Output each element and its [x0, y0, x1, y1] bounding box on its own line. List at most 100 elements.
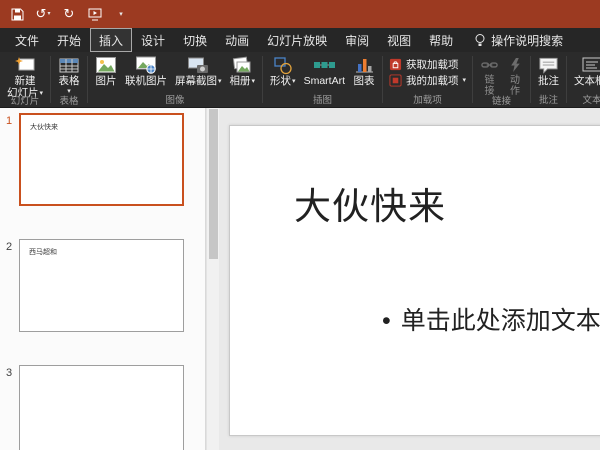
undo-caret-icon: ▾ [47, 11, 50, 17]
tab-design[interactable]: 设计 [132, 28, 174, 52]
ribbon-tab-bar: 文件 开始 插入 设计 切换 动画 幻灯片放映 审阅 视图 帮助 操作说明搜索 [0, 28, 600, 52]
ribbon-group-comments: 批注 批注 [531, 52, 566, 107]
slide-body-placeholder[interactable]: • 单击此处添加文本 [382, 301, 600, 337]
action-button[interactable]: 动作 [503, 54, 527, 98]
new-slide-icon [14, 55, 36, 75]
ribbon-group-text: 文本框▾ 文本 [567, 52, 600, 107]
chart-button[interactable]: 图表 [349, 54, 379, 89]
group-label-tables: 表格 [54, 95, 84, 108]
online-pictures-button[interactable]: 联机图片 [121, 54, 171, 89]
ribbon-group-slides: 新建 幻灯片▾ 幻灯片 [0, 52, 50, 107]
slide-editor[interactable]: 大伙快来 • 单击此处添加文本 [229, 125, 600, 436]
tab-file[interactable]: 文件 [6, 28, 48, 52]
text-box-icon [581, 55, 600, 75]
slide-number: 2 [0, 239, 17, 332]
screenshot-button[interactable]: 屏幕截图▾ [171, 54, 226, 89]
slide-thumbnail-3[interactable] [19, 365, 184, 450]
thumbnail-title-text: 西马超和 [29, 247, 57, 257]
slide-thumbnail-2[interactable]: 西马超和 [19, 239, 184, 332]
group-label-text: 文本 [570, 94, 600, 107]
photo-album-button[interactable]: 相册▾ [226, 54, 260, 89]
start-slideshow-button[interactable] [84, 3, 106, 25]
titlebar: ↺ ▾ ↻ ▾ [0, 0, 600, 28]
comment-button[interactable]: 批注 [534, 54, 563, 89]
smartart-button[interactable]: SmartArt [300, 54, 349, 89]
tell-me-search[interactable]: 操作说明搜索 [474, 28, 563, 52]
thumbnail-row: 1 大伙快来 [0, 113, 205, 206]
link-icon [480, 55, 499, 75]
start-slideshow-icon [88, 8, 102, 21]
thumbnail-row: 3 [0, 365, 205, 450]
pictures-icon [95, 55, 117, 75]
tab-insert[interactable]: 插入 [90, 28, 132, 52]
customize-qat-caret-icon: ▾ [119, 11, 123, 18]
customize-qat-button[interactable]: ▾ [110, 3, 132, 25]
photo-album-icon [231, 55, 253, 75]
text-box-button[interactable]: 文本框▾ [570, 54, 600, 89]
ribbon-group-illustrations: 形状▾ SmartArt 图表 插图 [263, 52, 382, 107]
new-slide-button[interactable]: 新建 幻灯片▾ [3, 54, 47, 100]
ribbon-group-images: 图片 联机图片 屏幕截图▾ [88, 52, 262, 107]
my-addins-icon [389, 74, 402, 87]
bullet-marker: • [382, 307, 391, 335]
undo-button[interactable]: ↺ ▾ [32, 3, 54, 25]
tab-review[interactable]: 审阅 [336, 28, 378, 52]
powerpoint-window: ↺ ▾ ↻ ▾ 文件 开始 插入 设计 切换 动画 幻灯片放映 审阅 视图 帮助… [0, 0, 600, 450]
comment-icon [538, 55, 559, 75]
tab-transitions[interactable]: 切换 [174, 28, 216, 52]
action-icon [507, 55, 523, 75]
body-placeholder-text: 单击此处添加文本 [401, 307, 600, 335]
table-icon [58, 55, 80, 75]
tab-animations[interactable]: 动画 [216, 28, 258, 52]
get-addins-button[interactable]: 获取加载项 [386, 56, 462, 72]
tab-help[interactable]: 帮助 [420, 28, 462, 52]
online-pictures-icon [135, 55, 157, 75]
dropdown-caret-icon: ▾ [252, 78, 256, 85]
dropdown-caret-icon: ▾ [462, 77, 466, 84]
thumbnail-title-text: 大伙快来 [30, 122, 58, 132]
slide-thumbnail-1[interactable]: 大伙快来 [19, 113, 184, 206]
screenshot-icon [187, 55, 209, 75]
shapes-icon [273, 55, 293, 75]
tab-home[interactable]: 开始 [48, 28, 90, 52]
slide-title-text[interactable]: 大伙快来 [294, 176, 446, 230]
slide-number: 3 [0, 365, 17, 450]
tell-me-label: 操作说明搜索 [491, 32, 563, 49]
thumbnail-scrollbar[interactable] [206, 108, 219, 450]
pictures-button[interactable]: 图片 [91, 54, 121, 89]
slide-number: 1 [0, 113, 17, 206]
ribbon-group-links: 链接 动作 链接 [473, 52, 530, 107]
group-label-comments: 批注 [534, 94, 563, 107]
group-label-addins: 加载项 [386, 94, 469, 107]
get-addins-icon [389, 58, 402, 71]
scrollbar-thumb[interactable] [209, 109, 218, 259]
link-button[interactable]: 链接 [476, 54, 503, 98]
shapes-button[interactable]: 形状▾ [266, 54, 300, 89]
group-label-slides: 幻灯片 [3, 95, 47, 108]
chart-icon [353, 55, 375, 75]
my-addins-button[interactable]: 我的加载项 ▾ [386, 72, 469, 88]
group-label-images: 图像 [91, 94, 259, 107]
ribbon: 新建 幻灯片▾ 幻灯片 表格 ▾ 表格 [0, 52, 600, 108]
group-label-links: 链接 [476, 95, 527, 108]
tab-view[interactable]: 视图 [378, 28, 420, 52]
group-label-illustrations: 插图 [266, 94, 379, 107]
dropdown-caret-icon: ▾ [67, 88, 71, 95]
smartart-icon [313, 55, 335, 75]
table-button[interactable]: 表格 ▾ [54, 54, 84, 96]
undo-icon: ↺ [36, 8, 47, 21]
redo-button[interactable]: ↻ [58, 3, 80, 25]
tab-slideshow[interactable]: 幻灯片放映 [258, 28, 336, 52]
save-icon [11, 8, 24, 21]
work-area: 1 大伙快来 2 西马超和 3 [0, 108, 600, 450]
lightbulb-icon [474, 33, 486, 48]
redo-icon: ↻ [64, 8, 75, 21]
ribbon-group-addins: 获取加载项 我的加载项 ▾ 加载项 [383, 52, 472, 107]
dropdown-caret-icon: ▾ [218, 78, 222, 85]
thumbnail-row: 2 西马超和 [0, 239, 205, 332]
save-button[interactable] [6, 3, 28, 25]
ribbon-group-tables: 表格 ▾ 表格 [51, 52, 87, 107]
slide-thumbnail-panel: 1 大伙快来 2 西马超和 3 [0, 108, 206, 450]
dropdown-caret-icon: ▾ [292, 78, 296, 85]
slide-canvas: 大伙快来 • 单击此处添加文本 [219, 108, 600, 450]
